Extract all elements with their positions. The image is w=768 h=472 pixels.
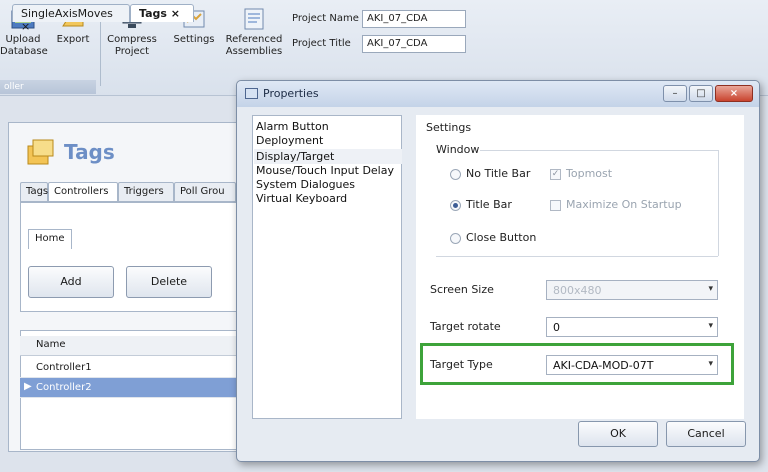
target-type-label: Target Type bbox=[430, 358, 493, 371]
ok-button[interactable]: OK bbox=[578, 421, 658, 447]
nav-deployment[interactable]: Deployment bbox=[256, 135, 323, 147]
properties-icon bbox=[245, 88, 258, 99]
delete-button[interactable]: Delete bbox=[126, 266, 212, 298]
close-button-label: Close Button bbox=[466, 231, 537, 244]
upload-label-1: Upload bbox=[5, 34, 41, 45]
chevron-down-icon: ▾ bbox=[708, 284, 713, 294]
project-title-label: Project Title bbox=[292, 38, 351, 49]
window-group-label: Window bbox=[436, 143, 480, 156]
nav-input-delay[interactable]: Mouse/Touch Input Delay bbox=[256, 165, 394, 177]
subtab-poll-groups[interactable]: Poll Grou bbox=[174, 182, 236, 202]
target-type-select[interactable]: AKI-CDA-MOD-07T ▾ bbox=[546, 355, 718, 375]
screen-size-value: 800x480 bbox=[553, 284, 602, 297]
settings-label: Settings bbox=[173, 34, 215, 45]
row-pointer-icon: ▶ bbox=[24, 381, 32, 392]
add-button[interactable]: Add bbox=[28, 266, 114, 298]
row-name: Controller2 bbox=[36, 382, 92, 393]
group-border bbox=[480, 150, 718, 151]
cancel-button[interactable]: Cancel bbox=[666, 421, 746, 447]
export-label: Export bbox=[56, 34, 90, 45]
compress-label-2: Project bbox=[114, 46, 150, 57]
subtab-triggers[interactable]: Triggers bbox=[118, 182, 174, 202]
tab-home[interactable]: Home bbox=[28, 229, 72, 249]
screen-size-label: Screen Size bbox=[430, 283, 494, 296]
radio-no-title-bar[interactable] bbox=[450, 169, 461, 180]
checkbox-maximize[interactable] bbox=[550, 200, 561, 211]
target-rotate-select[interactable]: 0 ▾ bbox=[546, 317, 718, 337]
upload-label-2: Database bbox=[0, 46, 48, 57]
dialog-titlebar[interactable]: Properties – □ × bbox=[237, 81, 759, 107]
screen-size-select: 800x480 ▾ bbox=[546, 280, 718, 300]
tab-label: SingleAxisMoves bbox=[21, 7, 113, 20]
minimize-button[interactable]: – bbox=[663, 85, 687, 102]
target-rotate-value: 0 bbox=[553, 321, 560, 334]
tab-singleaxismoves[interactable]: SingleAxisMoves × bbox=[12, 4, 130, 33]
nav-system-dialogues[interactable]: System Dialogues bbox=[256, 179, 355, 191]
chevron-down-icon: ▾ bbox=[708, 359, 713, 369]
radio-title-bar[interactable] bbox=[450, 200, 461, 211]
close-button[interactable]: × bbox=[715, 85, 753, 102]
maximize-label: Maximize On Startup bbox=[566, 198, 682, 211]
title-bar-label: Title Bar bbox=[466, 198, 512, 211]
no-title-bar-label: No Title Bar bbox=[466, 167, 531, 180]
tab-tags[interactable]: Tags × bbox=[130, 4, 194, 22]
project-name-field[interactable]: AKI_07_CDA bbox=[362, 10, 466, 28]
group-border bbox=[718, 150, 719, 256]
nav-alarm-button[interactable]: Alarm Button bbox=[256, 121, 329, 133]
target-rotate-label: Target rotate bbox=[430, 320, 501, 333]
subtab-controllers[interactable]: Controllers bbox=[48, 182, 118, 202]
table-row[interactable]: Controller1 bbox=[20, 358, 240, 378]
nav-virtual-keyboard[interactable]: Virtual Keyboard bbox=[256, 193, 347, 205]
ribbon-group-label: oller bbox=[0, 80, 96, 94]
nav-display-target[interactable]: Display/Target bbox=[256, 151, 334, 163]
compress-label-1: Compress bbox=[107, 34, 157, 45]
dialog-title: Properties bbox=[263, 87, 319, 100]
project-name-label: Project Name bbox=[292, 13, 359, 24]
topmost-label: Topmost bbox=[566, 167, 613, 180]
close-icon[interactable]: × bbox=[21, 20, 30, 33]
ref-label-1: Referenced bbox=[225, 34, 283, 45]
row-name: Controller1 bbox=[36, 362, 92, 373]
checkbox-topmost[interactable]: ✓ bbox=[550, 169, 561, 180]
target-type-value: AKI-CDA-MOD-07T bbox=[553, 359, 654, 372]
group-border bbox=[436, 256, 718, 257]
referenced-assemblies-button[interactable]: Referenced Assemblies bbox=[222, 6, 286, 58]
radio-close-button[interactable] bbox=[450, 233, 461, 244]
maximize-button[interactable]: □ bbox=[689, 85, 713, 102]
assemblies-icon bbox=[241, 6, 267, 32]
table-row-selected[interactable]: ▶ Controller2 bbox=[20, 378, 240, 398]
project-title-field[interactable]: AKI_07_CDA bbox=[362, 35, 466, 53]
grid-header-name[interactable]: Name bbox=[20, 336, 240, 356]
page-title: Tags bbox=[64, 140, 115, 164]
close-icon[interactable]: × bbox=[171, 7, 180, 20]
tab-label: Tags bbox=[139, 7, 167, 20]
settings-heading: Settings bbox=[426, 121, 472, 134]
tags-icon bbox=[24, 136, 58, 170]
subtab-tags[interactable]: Tags bbox=[20, 182, 48, 202]
ref-label-2: Assemblies bbox=[225, 46, 283, 57]
chevron-down-icon: ▾ bbox=[708, 321, 713, 331]
